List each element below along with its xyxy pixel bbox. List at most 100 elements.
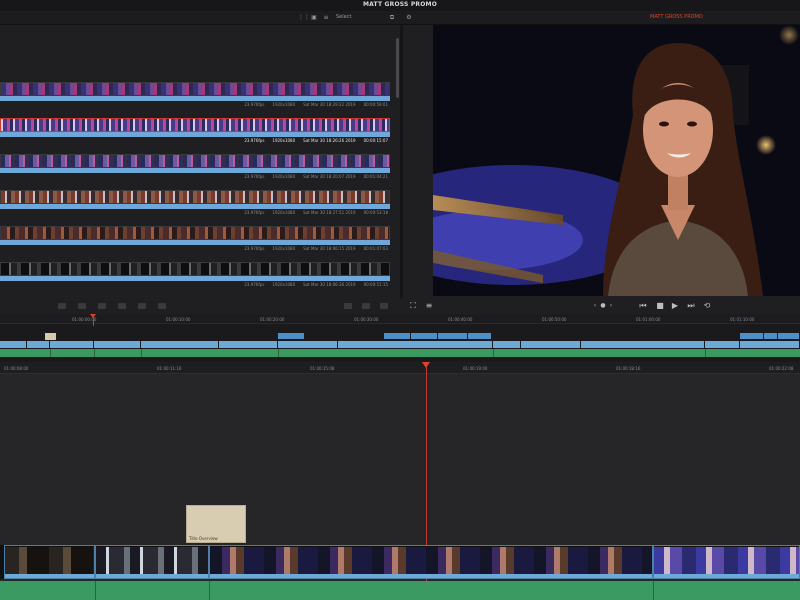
video-clip[interactable] [653,545,800,579]
audio-clip[interactable] [278,333,305,339]
source-viewer[interactable] [433,25,800,296]
list-view-icon[interactable]: ≡ [322,14,330,21]
video-clip[interactable] [493,341,521,348]
clip-thumbnails [96,547,208,575]
tool-icon[interactable] [78,303,86,309]
clip-date: Sat Mar 30 18:06:15 2019 [303,246,356,251]
video-clip[interactable] [94,341,141,348]
stop-icon[interactable]: ■ [655,301,665,311]
tool-icon[interactable] [380,303,388,309]
clip-row[interactable]: 23.976fps 1920x1080 Sat Mar 30 18:06:36 20… [0,262,390,291]
audio-clip[interactable] [468,333,492,339]
clip-row-selected[interactable]: 23.976fps 1920x1080 Sat Mar 30 18:26:26 20… [0,118,390,147]
title-clip-label: Title Overview [189,536,218,541]
lower-timeline[interactable]: 01:00:08:00 01:00:11:16 01:00:15:08 01:0… [0,362,800,600]
viewer-frame-image [433,25,800,296]
video-clip[interactable] [219,341,278,348]
timecode-label: 01:00:20:00 [260,317,285,322]
clip-boundary [209,581,210,600]
clip-row[interactable]: 23.976fps 1920x1080 Sat Mar 30 18:29:22 20… [0,82,390,111]
loop-icon[interactable]: ⟲ [702,301,712,311]
clip-filmstrip[interactable] [0,262,390,276]
title-bar: MATT GROSS PROMO [0,0,800,11]
tool-icon[interactable] [344,303,352,309]
audio-track-lane[interactable] [0,581,800,600]
skip-to-start-icon[interactable]: ⏮ [638,301,648,311]
video-clip[interactable] [521,341,581,348]
clip-duration: 00:00:59:01 [363,102,388,107]
video-clip[interactable] [705,341,740,348]
video-clip[interactable] [740,341,800,348]
clip-fps: 23.976fps [244,246,265,251]
upper-playhead[interactable] [93,316,94,326]
play-icon[interactable]: ▶ [670,301,680,311]
clip-filmstrip[interactable] [0,154,390,168]
timecode-label: 01:00:15:08 [310,366,335,371]
audio-clip[interactable] [740,333,764,339]
clip-row[interactable]: 23.976fps 1920x1080 Sat Mar 30 18:27:51 20… [0,190,390,219]
viewer-layout-icon[interactable]: ⧉ [388,14,396,21]
menu-icon[interactable]: ≡ [424,301,434,311]
clip-boundary [278,349,279,357]
clip-duration: 00:00:53:18 [363,210,388,215]
video-track[interactable] [0,545,800,579]
upper-timeline[interactable]: 01:00:00:00 01:00:10:00 01:00:20:00 01:0… [0,314,800,362]
clip-filmstrip[interactable] [0,190,390,204]
timecode-label: 01:00:22:08 [769,366,794,371]
video-clip[interactable] [581,341,705,348]
clip-audio-strip [0,204,390,209]
clip-list-scrollbar[interactable] [396,38,399,98]
video-track-lane[interactable] [0,349,800,357]
audio-clip[interactable] [764,333,778,339]
clip-resolution: 1920x1080 [272,138,296,143]
select-label[interactable]: Select [336,14,351,20]
timecode-label: 01:01:10:00 [730,317,755,322]
title-clip[interactable] [45,333,56,340]
settings-icon[interactable]: ⚙ [405,14,413,21]
clip-row[interactable]: 23.976fps 1920x1080 Sat Mar 30 18:20:07 20… [0,154,390,183]
clip-fps: 23.976fps [244,174,265,179]
lower-timeline-ruler[interactable]: 01:00:08:00 01:00:11:16 01:00:15:08 01:0… [0,362,800,374]
timecode-label: 01:00:30:00 [354,317,379,322]
video-clip[interactable] [338,341,493,348]
tool-icon[interactable] [138,303,146,309]
tool-icon[interactable] [58,303,66,309]
audio-clip[interactable] [384,333,411,339]
clip-thumbnails [210,547,652,575]
clip-filmstrip[interactable] [0,82,390,96]
video-clip[interactable] [95,545,209,579]
tool-icon[interactable] [98,303,106,309]
skip-to-end-icon[interactable]: ⏭ [686,301,696,311]
clip-filmstrip[interactable] [0,226,390,240]
clip-row[interactable]: 23.976fps 1920x1080 Sat Mar 30 18:06:15 20… [0,226,390,255]
tool-icon[interactable] [362,303,370,309]
title-clip[interactable]: Title Overview [186,505,246,543]
clip-date: Sat Mar 30 18:26:26 2019 [303,138,356,143]
audio-clip[interactable] [411,333,438,339]
video-clip[interactable] [209,545,653,579]
audio-clip[interactable] [438,333,468,339]
clip-metadata: 23.976fps 1920x1080 Sat Mar 30 18:06:36 20… [236,282,388,287]
upper-timeline-ruler[interactable]: 01:00:00:00 01:00:10:00 01:00:20:00 01:0… [0,314,800,324]
clip-filmstrip[interactable] [0,118,390,132]
video-clip[interactable] [141,341,219,348]
audio-clip[interactable] [778,333,800,339]
video-clip[interactable] [27,341,50,348]
video-clip[interactable] [50,341,94,348]
jog-right-icon[interactable]: › [606,301,616,311]
clip-boundary [50,349,51,357]
strip-view-icon[interactable]: ⋮⋮ [298,14,310,21]
video-clip[interactable] [4,545,95,579]
video-clip[interactable] [278,341,338,348]
media-pool-panel: 23.976fps 1920x1080 Sat Mar 30 18:29:22 20… [0,25,400,298]
video-clip[interactable] [0,341,27,348]
thumbnail-view-icon[interactable]: ▣ [310,14,318,21]
clip-duration: 00:01:04:21 [363,174,388,179]
tool-icon[interactable] [118,303,126,309]
timecode-label: 01:00:19:00 [463,366,488,371]
lower-playhead-marker[interactable] [422,362,430,368]
clip-metadata: 23.976fps 1920x1080 Sat Mar 30 18:06:15 20… [236,246,388,251]
onscreen-controls-icon[interactable]: ⛶ [408,301,418,311]
clip-duration: 00:00:51:15 [363,282,388,287]
tool-icon[interactable] [158,303,166,309]
